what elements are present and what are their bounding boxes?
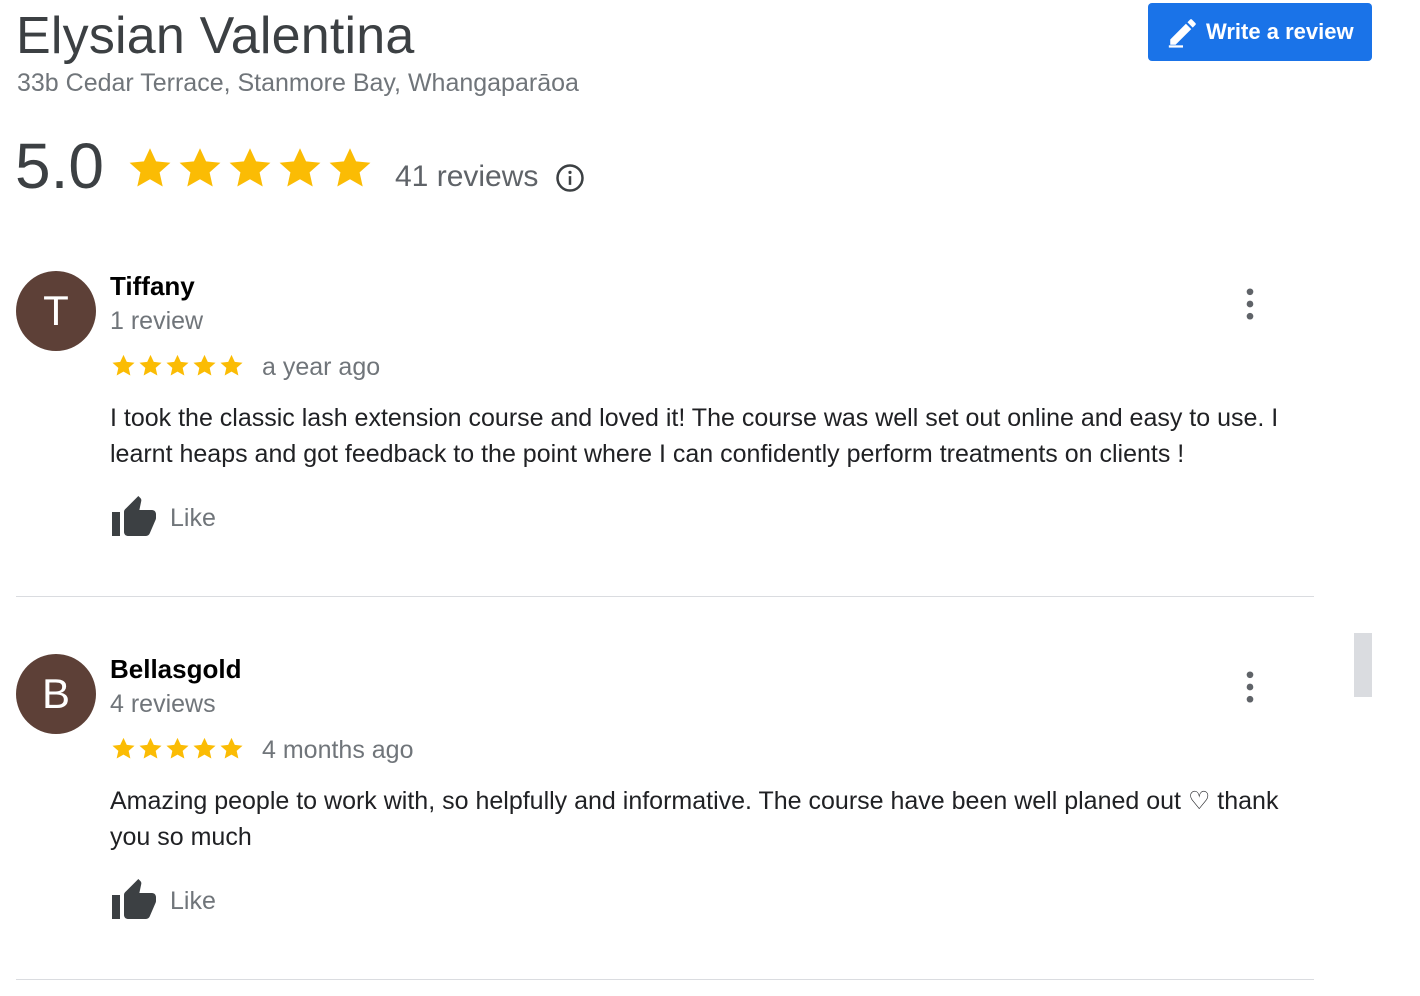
star-icon (279, 148, 321, 187)
write-review-button[interactable]: Write a review (1148, 3, 1372, 61)
average-rating: 5.0 (15, 130, 104, 202)
star-icon (139, 354, 162, 376)
star-icon (329, 148, 371, 187)
reviewer-review-count[interactable]: 4 reviews (110, 690, 216, 719)
star-icon (193, 354, 216, 376)
review-text: I took the classic lash extension course… (110, 404, 1279, 468)
avatar[interactable]: B (16, 654, 96, 734)
star-icon (139, 737, 162, 759)
star-icon (166, 354, 189, 376)
star-icon (112, 354, 135, 376)
star-icon (220, 737, 243, 759)
star-icon (112, 737, 135, 759)
star-icon (179, 148, 221, 187)
review-time: a year ago (262, 353, 381, 381)
star-icon (229, 148, 271, 187)
business-name: Elysian Valentina (16, 7, 415, 65)
star-icon (129, 148, 171, 187)
review-count[interactable]: 41 reviews (395, 160, 538, 194)
rating-stars (125, 143, 375, 193)
info-icon[interactable] (555, 163, 585, 193)
review-time: 4 months ago (262, 736, 414, 764)
divider (16, 979, 1314, 980)
like-button[interactable]: Like (110, 877, 216, 925)
pencil-icon (1168, 19, 1196, 48)
review-text: Amazing people to work with, so helpfull… (110, 787, 1279, 851)
like-button[interactable]: Like (110, 494, 216, 542)
more-options-icon[interactable] (1236, 284, 1264, 324)
review-stars (110, 735, 245, 762)
reviewer-name[interactable]: Tiffany (110, 271, 195, 302)
star-icon (166, 737, 189, 759)
avatar[interactable]: T (16, 271, 96, 351)
like-label: Like (170, 886, 216, 915)
thumbs-up-icon (112, 879, 156, 919)
business-address: 33b Cedar Terrace, Stanmore Bay, Whangap… (17, 69, 579, 97)
reviewer-name[interactable]: Bellasgold (110, 654, 241, 685)
reviewer-review-count[interactable]: 1 review (110, 307, 203, 336)
divider (16, 596, 1314, 597)
more-options-icon[interactable] (1236, 667, 1264, 707)
like-label: Like (170, 503, 216, 532)
star-icon (193, 737, 216, 759)
star-icon (220, 354, 243, 376)
scrollbar-thumb[interactable] (1354, 633, 1372, 697)
review-stars (110, 352, 245, 379)
thumbs-up-icon (112, 496, 156, 536)
write-review-label: Write a review (1206, 19, 1354, 44)
